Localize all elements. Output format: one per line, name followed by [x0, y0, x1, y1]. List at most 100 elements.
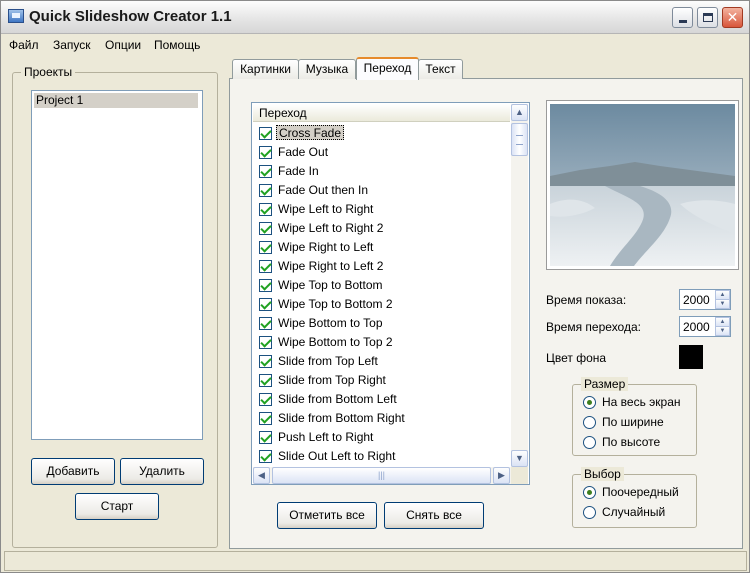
- projects-list[interactable]: Project 1: [31, 90, 203, 440]
- transition-checkbox[interactable]: [259, 450, 272, 463]
- transition-checkbox[interactable]: [259, 127, 272, 140]
- transition-row[interactable]: Wipe Right to Left 2: [253, 257, 510, 276]
- scroll-down-icon[interactable]: ▼: [511, 450, 528, 467]
- radio-label: Случайный: [602, 505, 666, 519]
- tab-transition[interactable]: Переход: [356, 57, 419, 80]
- menu-bar: Файл Запуск Опции Помощь: [1, 35, 749, 55]
- transitions-column-header[interactable]: Переход: [253, 104, 510, 122]
- transitions-list[interactable]: Переход Cross Fade Fade Out Fade In Fade Ou…: [251, 102, 530, 485]
- scroll-right-icon[interactable]: ▶: [493, 467, 510, 484]
- delete-project-button[interactable]: Удалить: [120, 458, 204, 485]
- transition-row[interactable]: Push Left to Right: [253, 428, 510, 447]
- transition-label: Fade In: [278, 164, 319, 178]
- transition-label: Slide from Top Left: [278, 354, 378, 368]
- minimize-button[interactable]: [672, 7, 693, 28]
- bg-color-swatch[interactable]: [679, 345, 703, 369]
- transition-label: Wipe Left to Right: [278, 202, 374, 216]
- transition-row[interactable]: Slide from Top Left: [253, 352, 510, 371]
- check-all-button[interactable]: Отметить все: [277, 502, 377, 529]
- show-time-spin-buttons: ▲ ▼: [715, 290, 730, 309]
- vertical-scrollbar[interactable]: ▲ ▼: [511, 104, 528, 467]
- radio-button[interactable]: [583, 506, 596, 519]
- transition-row[interactable]: Wipe Left to Right 2: [253, 219, 510, 238]
- spin-down-icon[interactable]: ▼: [715, 326, 730, 336]
- transition-row[interactable]: Wipe Right to Left: [253, 238, 510, 257]
- menu-file[interactable]: Файл: [9, 38, 39, 52]
- transition-row[interactable]: Fade Out then In: [253, 181, 510, 200]
- transition-time-value[interactable]: 2000: [683, 320, 710, 334]
- menu-run[interactable]: Запуск: [53, 38, 91, 52]
- transition-row[interactable]: Slide from Bottom Right: [253, 409, 510, 428]
- scroll-left-icon[interactable]: ◀: [253, 467, 270, 484]
- vertical-scroll-thumb[interactable]: [511, 123, 528, 156]
- transition-checkbox[interactable]: [259, 203, 272, 216]
- transition-label: Cross Fade: [276, 125, 345, 140]
- transition-label: Fade Out: [278, 145, 329, 159]
- radio-button[interactable]: [583, 416, 596, 429]
- slideshow-app-icon: [8, 9, 24, 23]
- transition-checkbox[interactable]: [259, 241, 272, 254]
- transition-checkbox[interactable]: [259, 317, 272, 330]
- transition-row[interactable]: Cross Fade: [253, 124, 510, 143]
- transition-row[interactable]: Slide from Top Right: [253, 371, 510, 390]
- scroll-up-icon[interactable]: ▲: [511, 104, 528, 121]
- transition-checkbox[interactable]: [259, 146, 272, 159]
- uncheck-all-button[interactable]: Снять все: [384, 502, 484, 529]
- transition-time-label: Время перехода:: [546, 320, 641, 334]
- transition-row[interactable]: Slide from Bottom Left: [253, 390, 510, 409]
- transition-checkbox[interactable]: [259, 412, 272, 425]
- transition-checkbox[interactable]: [259, 279, 272, 292]
- transition-label: Wipe Right to Left 2: [278, 259, 384, 273]
- transition-checkbox[interactable]: [259, 431, 272, 444]
- transition-row[interactable]: Wipe Left to Right: [253, 200, 510, 219]
- transition-row[interactable]: Wipe Top to Bottom 2: [253, 295, 510, 314]
- tab-music[interactable]: Музыка: [298, 59, 356, 79]
- show-time-spinner[interactable]: 2000 ▲ ▼: [679, 289, 731, 310]
- transition-label: Wipe Right to Left: [278, 240, 374, 254]
- horizontal-scrollbar[interactable]: ◀ ||| ▶: [253, 467, 511, 484]
- radio-button[interactable]: [583, 396, 596, 409]
- transition-row[interactable]: Fade In: [253, 162, 510, 181]
- transition-checkbox[interactable]: [259, 393, 272, 406]
- order-group-label: Выбор: [581, 467, 624, 481]
- project-list-item[interactable]: Project 1: [34, 93, 198, 108]
- transition-label: Wipe Bottom to Top 2: [278, 335, 393, 349]
- horizontal-scroll-thumb[interactable]: |||: [272, 467, 491, 484]
- transition-checkbox[interactable]: [259, 184, 272, 197]
- transition-checkbox[interactable]: [259, 260, 272, 273]
- transition-checkbox[interactable]: [259, 298, 272, 311]
- radio-button[interactable]: [583, 486, 596, 499]
- window-title: Quick Slideshow Creator 1.1: [29, 8, 232, 25]
- radio-label: По высоте: [602, 435, 661, 449]
- transition-row[interactable]: Wipe Bottom to Top 2: [253, 333, 510, 352]
- menu-help[interactable]: Помощь: [154, 38, 200, 52]
- transition-row[interactable]: Slide Out Left to Right: [253, 447, 510, 466]
- transition-row[interactable]: Fade Out: [253, 143, 510, 162]
- tab-text[interactable]: Текст: [418, 59, 463, 79]
- close-button[interactable]: ✕: [722, 7, 743, 28]
- maximize-button[interactable]: [697, 7, 718, 28]
- app-window: Quick Slideshow Creator 1.1 ✕ Файл Запус…: [0, 0, 750, 573]
- bg-color-label: Цвет фона: [546, 351, 607, 365]
- close-icon: ✕: [726, 9, 739, 25]
- add-project-button[interactable]: Добавить: [31, 458, 115, 485]
- title-bar[interactable]: Quick Slideshow Creator 1.1 ✕: [1, 1, 749, 34]
- show-time-value[interactable]: 2000: [683, 293, 710, 307]
- transition-checkbox[interactable]: [259, 336, 272, 349]
- tab-pictures[interactable]: Картинки: [232, 59, 299, 79]
- start-button[interactable]: Старт: [75, 493, 159, 520]
- spin-down-icon[interactable]: ▼: [715, 299, 730, 309]
- transition-checkbox[interactable]: [259, 355, 272, 368]
- maximize-icon: [703, 13, 713, 22]
- transition-time-spinner[interactable]: 2000 ▲ ▼: [679, 316, 731, 337]
- transition-row[interactable]: Wipe Bottom to Top: [253, 314, 510, 333]
- transition-checkbox[interactable]: [259, 374, 272, 387]
- minimize-icon: [679, 20, 687, 23]
- transition-label: Wipe Top to Bottom: [278, 278, 383, 292]
- transition-label: Wipe Top to Bottom 2: [278, 297, 393, 311]
- radio-button[interactable]: [583, 436, 596, 449]
- transition-checkbox[interactable]: [259, 222, 272, 235]
- menu-options[interactable]: Опции: [105, 38, 141, 52]
- transition-row[interactable]: Wipe Top to Bottom: [253, 276, 510, 295]
- transition-checkbox[interactable]: [259, 165, 272, 178]
